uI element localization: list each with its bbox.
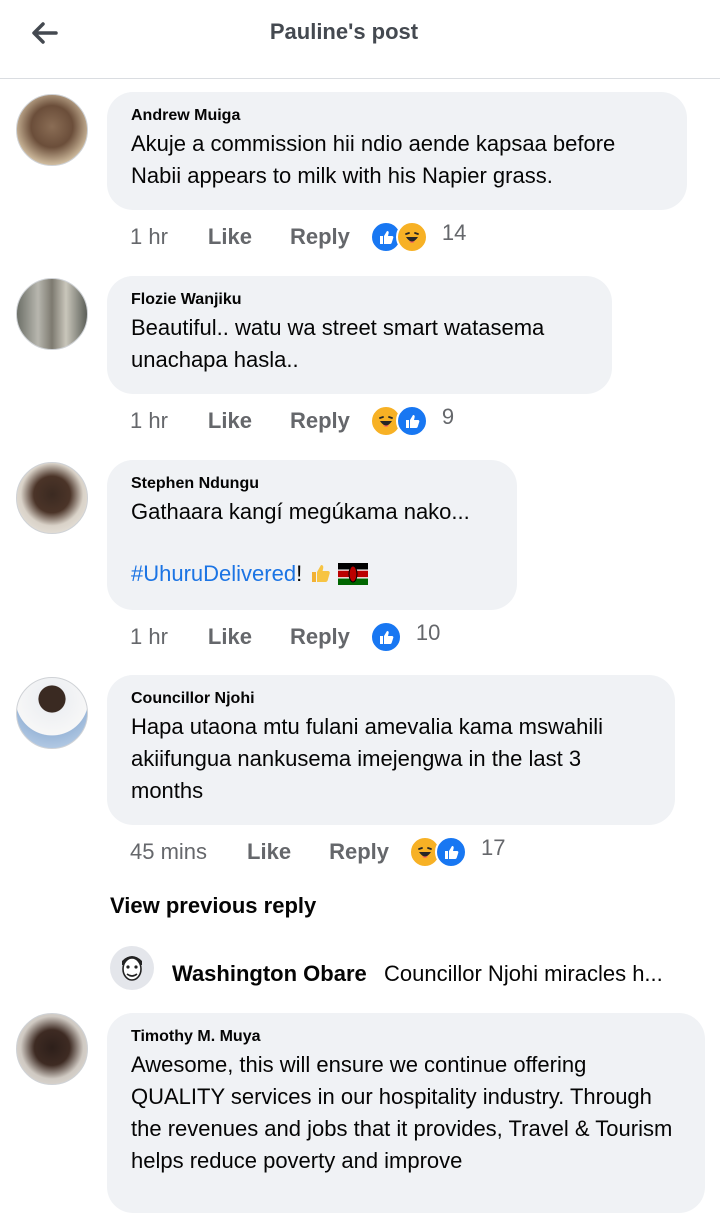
reaction-summary[interactable] [369, 405, 428, 437]
kenya-flag-icon [338, 563, 369, 585]
comment-time[interactable]: 1 hr [130, 224, 168, 250]
commenter-name[interactable]: Councillor Njohi [131, 689, 651, 709]
comment-text: Beautiful.. watu wa street smart watasem… [131, 315, 545, 372]
reaction-count: 14 [441, 220, 467, 245]
comment-actions: 1 hr Like Reply 10 [130, 620, 440, 654]
comment-text: Awesome, this will ensure we continue of… [131, 1052, 673, 1173]
avatar[interactable] [16, 462, 88, 534]
thumbs-up-emoji-icon [312, 565, 331, 582]
avatar[interactable] [16, 278, 88, 350]
reaction-count: 9 [441, 404, 455, 429]
reply-button[interactable]: Reply [329, 839, 389, 865]
avatar[interactable] [16, 94, 88, 166]
avatar[interactable] [16, 1013, 88, 1085]
comment-hashtag-line: #UhuruDelivered! [131, 558, 493, 590]
like-reaction-icon [395, 405, 428, 437]
comment-time[interactable]: 1 hr [130, 408, 168, 434]
reply-text: Councillor Njohi miracles h... [384, 961, 663, 986]
comment-actions: 1 hr Like Reply 9 [130, 404, 454, 438]
comment-actions: 1 hr Like Reply 14 [130, 220, 466, 254]
comment-bubble: Andrew Muiga Akuje a commission hii ndio… [107, 92, 687, 210]
cartoon-face-icon [122, 956, 142, 981]
comment-bubble: Stephen Ndungu Gathaara kangí megúkama n… [107, 460, 517, 610]
comment-time[interactable]: 1 hr [130, 624, 168, 650]
reply-button[interactable]: Reply [290, 624, 350, 650]
commenter-name[interactable]: Timothy M. Muya [131, 1027, 681, 1047]
like-reaction-icon [369, 621, 402, 653]
comment-text: Akuje a commission hii ndio aende kapsaa… [131, 131, 616, 188]
commenter-name[interactable]: Flozie Wanjiku [131, 290, 588, 310]
comment-bubble: Timothy M. Muya Awesome, this will ensur… [107, 1013, 705, 1213]
top-bar: Pauline's post [0, 0, 720, 79]
commenter-name[interactable]: Stephen Ndungu [131, 474, 493, 494]
like-button[interactable]: Like [208, 408, 252, 434]
haha-reaction-icon [395, 221, 428, 253]
comment-bubble: Flozie Wanjiku Beautiful.. watu wa stree… [107, 276, 612, 394]
like-button[interactable]: Like [247, 839, 291, 865]
reply-author-name[interactable]: Washington Obare [172, 961, 367, 987]
hashtag-link[interactable]: #UhuruDelivered [131, 561, 296, 586]
commenter-name[interactable]: Andrew Muiga [131, 106, 663, 126]
avatar[interactable] [16, 677, 88, 749]
reaction-count: 17 [481, 835, 506, 860]
view-previous-reply-link[interactable]: View previous reply [110, 893, 316, 919]
reaction-count: 10 [415, 620, 441, 645]
reply-avatar[interactable] [110, 946, 154, 990]
reaction-summary[interactable] [409, 836, 467, 868]
like-button[interactable]: Like [208, 624, 252, 650]
reply-button[interactable]: Reply [290, 408, 350, 434]
comment-actions: 45 mins Like Reply 17 [130, 835, 505, 869]
comment-text: Gathaara kangí megúkama nako... [131, 499, 470, 524]
reaction-summary[interactable] [369, 621, 402, 653]
hashtag-suffix: ! [296, 561, 303, 586]
page-title: Pauline's post [269, 19, 419, 44]
like-reaction-icon [435, 836, 467, 868]
reply-button[interactable]: Reply [290, 224, 350, 250]
comment-bubble: Councillor Njohi Hapa utaona mtu fulani … [107, 675, 675, 825]
like-button[interactable]: Like [208, 224, 252, 250]
comment-text: Hapa utaona mtu fulani amevalia kama msw… [131, 714, 604, 803]
comment-time[interactable]: 45 mins [130, 839, 207, 865]
reaction-summary[interactable] [369, 221, 428, 253]
reply-preview[interactable]: Washington Obare Councillor Njohi miracl… [110, 946, 710, 992]
